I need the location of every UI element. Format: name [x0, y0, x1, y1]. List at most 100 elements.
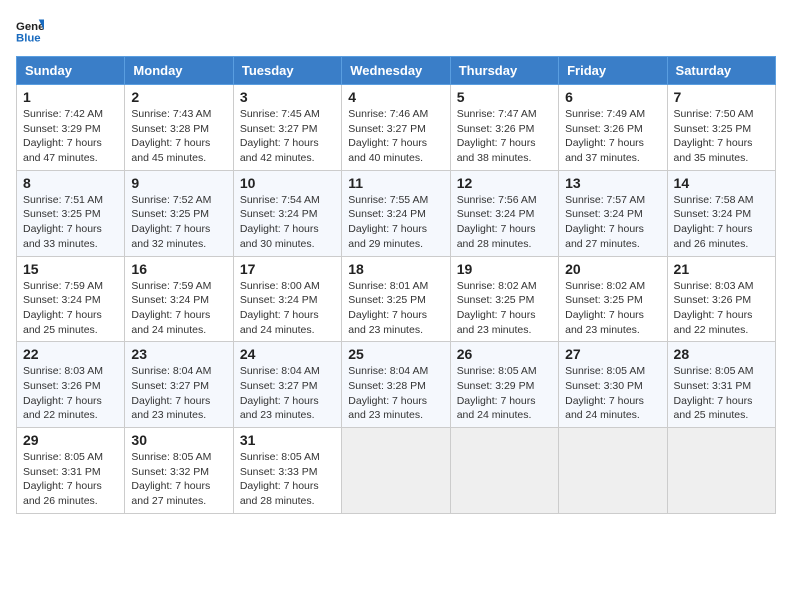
day-number: 14 — [674, 175, 769, 191]
day-number: 6 — [565, 89, 660, 105]
day-number: 12 — [457, 175, 552, 191]
header: General Blue — [16, 16, 776, 44]
weekday-saturday: Saturday — [667, 57, 775, 85]
day-number: 8 — [23, 175, 118, 191]
day-cell: 17 Sunrise: 8:00 AMSunset: 3:24 PMDaylig… — [233, 256, 341, 342]
day-info: Sunrise: 8:05 AMSunset: 3:31 PMDaylight:… — [674, 364, 769, 423]
day-number: 4 — [348, 89, 443, 105]
day-cell: 16 Sunrise: 7:59 AMSunset: 3:24 PMDaylig… — [125, 256, 233, 342]
day-info: Sunrise: 7:56 AMSunset: 3:24 PMDaylight:… — [457, 193, 552, 252]
day-info: Sunrise: 7:58 AMSunset: 3:24 PMDaylight:… — [674, 193, 769, 252]
day-cell: 11 Sunrise: 7:55 AMSunset: 3:24 PMDaylig… — [342, 170, 450, 256]
weekday-wednesday: Wednesday — [342, 57, 450, 85]
day-info: Sunrise: 7:47 AMSunset: 3:26 PMDaylight:… — [457, 107, 552, 166]
day-number: 18 — [348, 261, 443, 277]
day-cell: 23 Sunrise: 8:04 AMSunset: 3:27 PMDaylig… — [125, 342, 233, 428]
day-number: 15 — [23, 261, 118, 277]
day-cell: 14 Sunrise: 7:58 AMSunset: 3:24 PMDaylig… — [667, 170, 775, 256]
week-row-2: 8 Sunrise: 7:51 AMSunset: 3:25 PMDayligh… — [17, 170, 776, 256]
day-cell: 6 Sunrise: 7:49 AMSunset: 3:26 PMDayligh… — [559, 85, 667, 171]
week-row-4: 22 Sunrise: 8:03 AMSunset: 3:26 PMDaylig… — [17, 342, 776, 428]
week-row-1: 1 Sunrise: 7:42 AMSunset: 3:29 PMDayligh… — [17, 85, 776, 171]
day-number: 9 — [131, 175, 226, 191]
day-info: Sunrise: 7:59 AMSunset: 3:24 PMDaylight:… — [23, 279, 118, 338]
day-cell: 27 Sunrise: 8:05 AMSunset: 3:30 PMDaylig… — [559, 342, 667, 428]
calendar-body: 1 Sunrise: 7:42 AMSunset: 3:29 PMDayligh… — [17, 85, 776, 514]
day-info: Sunrise: 8:02 AMSunset: 3:25 PMDaylight:… — [457, 279, 552, 338]
day-info: Sunrise: 8:02 AMSunset: 3:25 PMDaylight:… — [565, 279, 660, 338]
day-cell: 29 Sunrise: 8:05 AMSunset: 3:31 PMDaylig… — [17, 428, 125, 514]
day-cell: 28 Sunrise: 8:05 AMSunset: 3:31 PMDaylig… — [667, 342, 775, 428]
day-cell: 10 Sunrise: 7:54 AMSunset: 3:24 PMDaylig… — [233, 170, 341, 256]
day-number: 28 — [674, 346, 769, 362]
weekday-thursday: Thursday — [450, 57, 558, 85]
day-info: Sunrise: 7:55 AMSunset: 3:24 PMDaylight:… — [348, 193, 443, 252]
logo: General Blue — [16, 16, 48, 44]
weekday-sunday: Sunday — [17, 57, 125, 85]
day-number: 13 — [565, 175, 660, 191]
day-info: Sunrise: 7:54 AMSunset: 3:24 PMDaylight:… — [240, 193, 335, 252]
day-cell: 8 Sunrise: 7:51 AMSunset: 3:25 PMDayligh… — [17, 170, 125, 256]
day-cell: 21 Sunrise: 8:03 AMSunset: 3:26 PMDaylig… — [667, 256, 775, 342]
day-info: Sunrise: 7:51 AMSunset: 3:25 PMDaylight:… — [23, 193, 118, 252]
day-info: Sunrise: 8:00 AMSunset: 3:24 PMDaylight:… — [240, 279, 335, 338]
day-number: 16 — [131, 261, 226, 277]
day-number: 3 — [240, 89, 335, 105]
day-cell: 31 Sunrise: 8:05 AMSunset: 3:33 PMDaylig… — [233, 428, 341, 514]
day-info: Sunrise: 7:45 AMSunset: 3:27 PMDaylight:… — [240, 107, 335, 166]
day-cell: 24 Sunrise: 8:04 AMSunset: 3:27 PMDaylig… — [233, 342, 341, 428]
day-cell: 30 Sunrise: 8:05 AMSunset: 3:32 PMDaylig… — [125, 428, 233, 514]
day-cell: 3 Sunrise: 7:45 AMSunset: 3:27 PMDayligh… — [233, 85, 341, 171]
day-info: Sunrise: 8:05 AMSunset: 3:32 PMDaylight:… — [131, 450, 226, 509]
day-number: 21 — [674, 261, 769, 277]
day-cell: 7 Sunrise: 7:50 AMSunset: 3:25 PMDayligh… — [667, 85, 775, 171]
day-cell: 26 Sunrise: 8:05 AMSunset: 3:29 PMDaylig… — [450, 342, 558, 428]
day-number: 1 — [23, 89, 118, 105]
day-cell: 2 Sunrise: 7:43 AMSunset: 3:28 PMDayligh… — [125, 85, 233, 171]
day-cell: 12 Sunrise: 7:56 AMSunset: 3:24 PMDaylig… — [450, 170, 558, 256]
day-info: Sunrise: 7:57 AMSunset: 3:24 PMDaylight:… — [565, 193, 660, 252]
day-info: Sunrise: 8:05 AMSunset: 3:31 PMDaylight:… — [23, 450, 118, 509]
day-number: 20 — [565, 261, 660, 277]
day-info: Sunrise: 7:49 AMSunset: 3:26 PMDaylight:… — [565, 107, 660, 166]
svg-text:Blue: Blue — [16, 32, 41, 44]
week-row-3: 15 Sunrise: 7:59 AMSunset: 3:24 PMDaylig… — [17, 256, 776, 342]
day-cell — [559, 428, 667, 514]
day-number: 2 — [131, 89, 226, 105]
day-info: Sunrise: 8:04 AMSunset: 3:27 PMDaylight:… — [131, 364, 226, 423]
day-number: 23 — [131, 346, 226, 362]
day-cell: 15 Sunrise: 7:59 AMSunset: 3:24 PMDaylig… — [17, 256, 125, 342]
day-cell: 5 Sunrise: 7:47 AMSunset: 3:26 PMDayligh… — [450, 85, 558, 171]
day-number: 31 — [240, 432, 335, 448]
day-info: Sunrise: 8:05 AMSunset: 3:33 PMDaylight:… — [240, 450, 335, 509]
day-info: Sunrise: 8:03 AMSunset: 3:26 PMDaylight:… — [23, 364, 118, 423]
svg-text:General: General — [16, 21, 44, 33]
week-row-5: 29 Sunrise: 8:05 AMSunset: 3:31 PMDaylig… — [17, 428, 776, 514]
day-number: 29 — [23, 432, 118, 448]
day-number: 19 — [457, 261, 552, 277]
logo-icon: General Blue — [16, 16, 44, 44]
day-info: Sunrise: 7:59 AMSunset: 3:24 PMDaylight:… — [131, 279, 226, 338]
day-number: 11 — [348, 175, 443, 191]
calendar: SundayMondayTuesdayWednesdayThursdayFrid… — [16, 56, 776, 514]
day-cell: 25 Sunrise: 8:04 AMSunset: 3:28 PMDaylig… — [342, 342, 450, 428]
day-cell — [667, 428, 775, 514]
day-info: Sunrise: 7:46 AMSunset: 3:27 PMDaylight:… — [348, 107, 443, 166]
day-info: Sunrise: 8:01 AMSunset: 3:25 PMDaylight:… — [348, 279, 443, 338]
day-info: Sunrise: 8:04 AMSunset: 3:27 PMDaylight:… — [240, 364, 335, 423]
day-number: 17 — [240, 261, 335, 277]
day-number: 25 — [348, 346, 443, 362]
day-cell: 1 Sunrise: 7:42 AMSunset: 3:29 PMDayligh… — [17, 85, 125, 171]
day-cell: 22 Sunrise: 8:03 AMSunset: 3:26 PMDaylig… — [17, 342, 125, 428]
day-number: 5 — [457, 89, 552, 105]
day-info: Sunrise: 8:03 AMSunset: 3:26 PMDaylight:… — [674, 279, 769, 338]
day-number: 26 — [457, 346, 552, 362]
day-cell — [342, 428, 450, 514]
day-cell — [450, 428, 558, 514]
weekday-monday: Monday — [125, 57, 233, 85]
day-info: Sunrise: 7:43 AMSunset: 3:28 PMDaylight:… — [131, 107, 226, 166]
day-cell: 13 Sunrise: 7:57 AMSunset: 3:24 PMDaylig… — [559, 170, 667, 256]
day-info: Sunrise: 8:04 AMSunset: 3:28 PMDaylight:… — [348, 364, 443, 423]
day-info: Sunrise: 7:52 AMSunset: 3:25 PMDaylight:… — [131, 193, 226, 252]
day-number: 22 — [23, 346, 118, 362]
